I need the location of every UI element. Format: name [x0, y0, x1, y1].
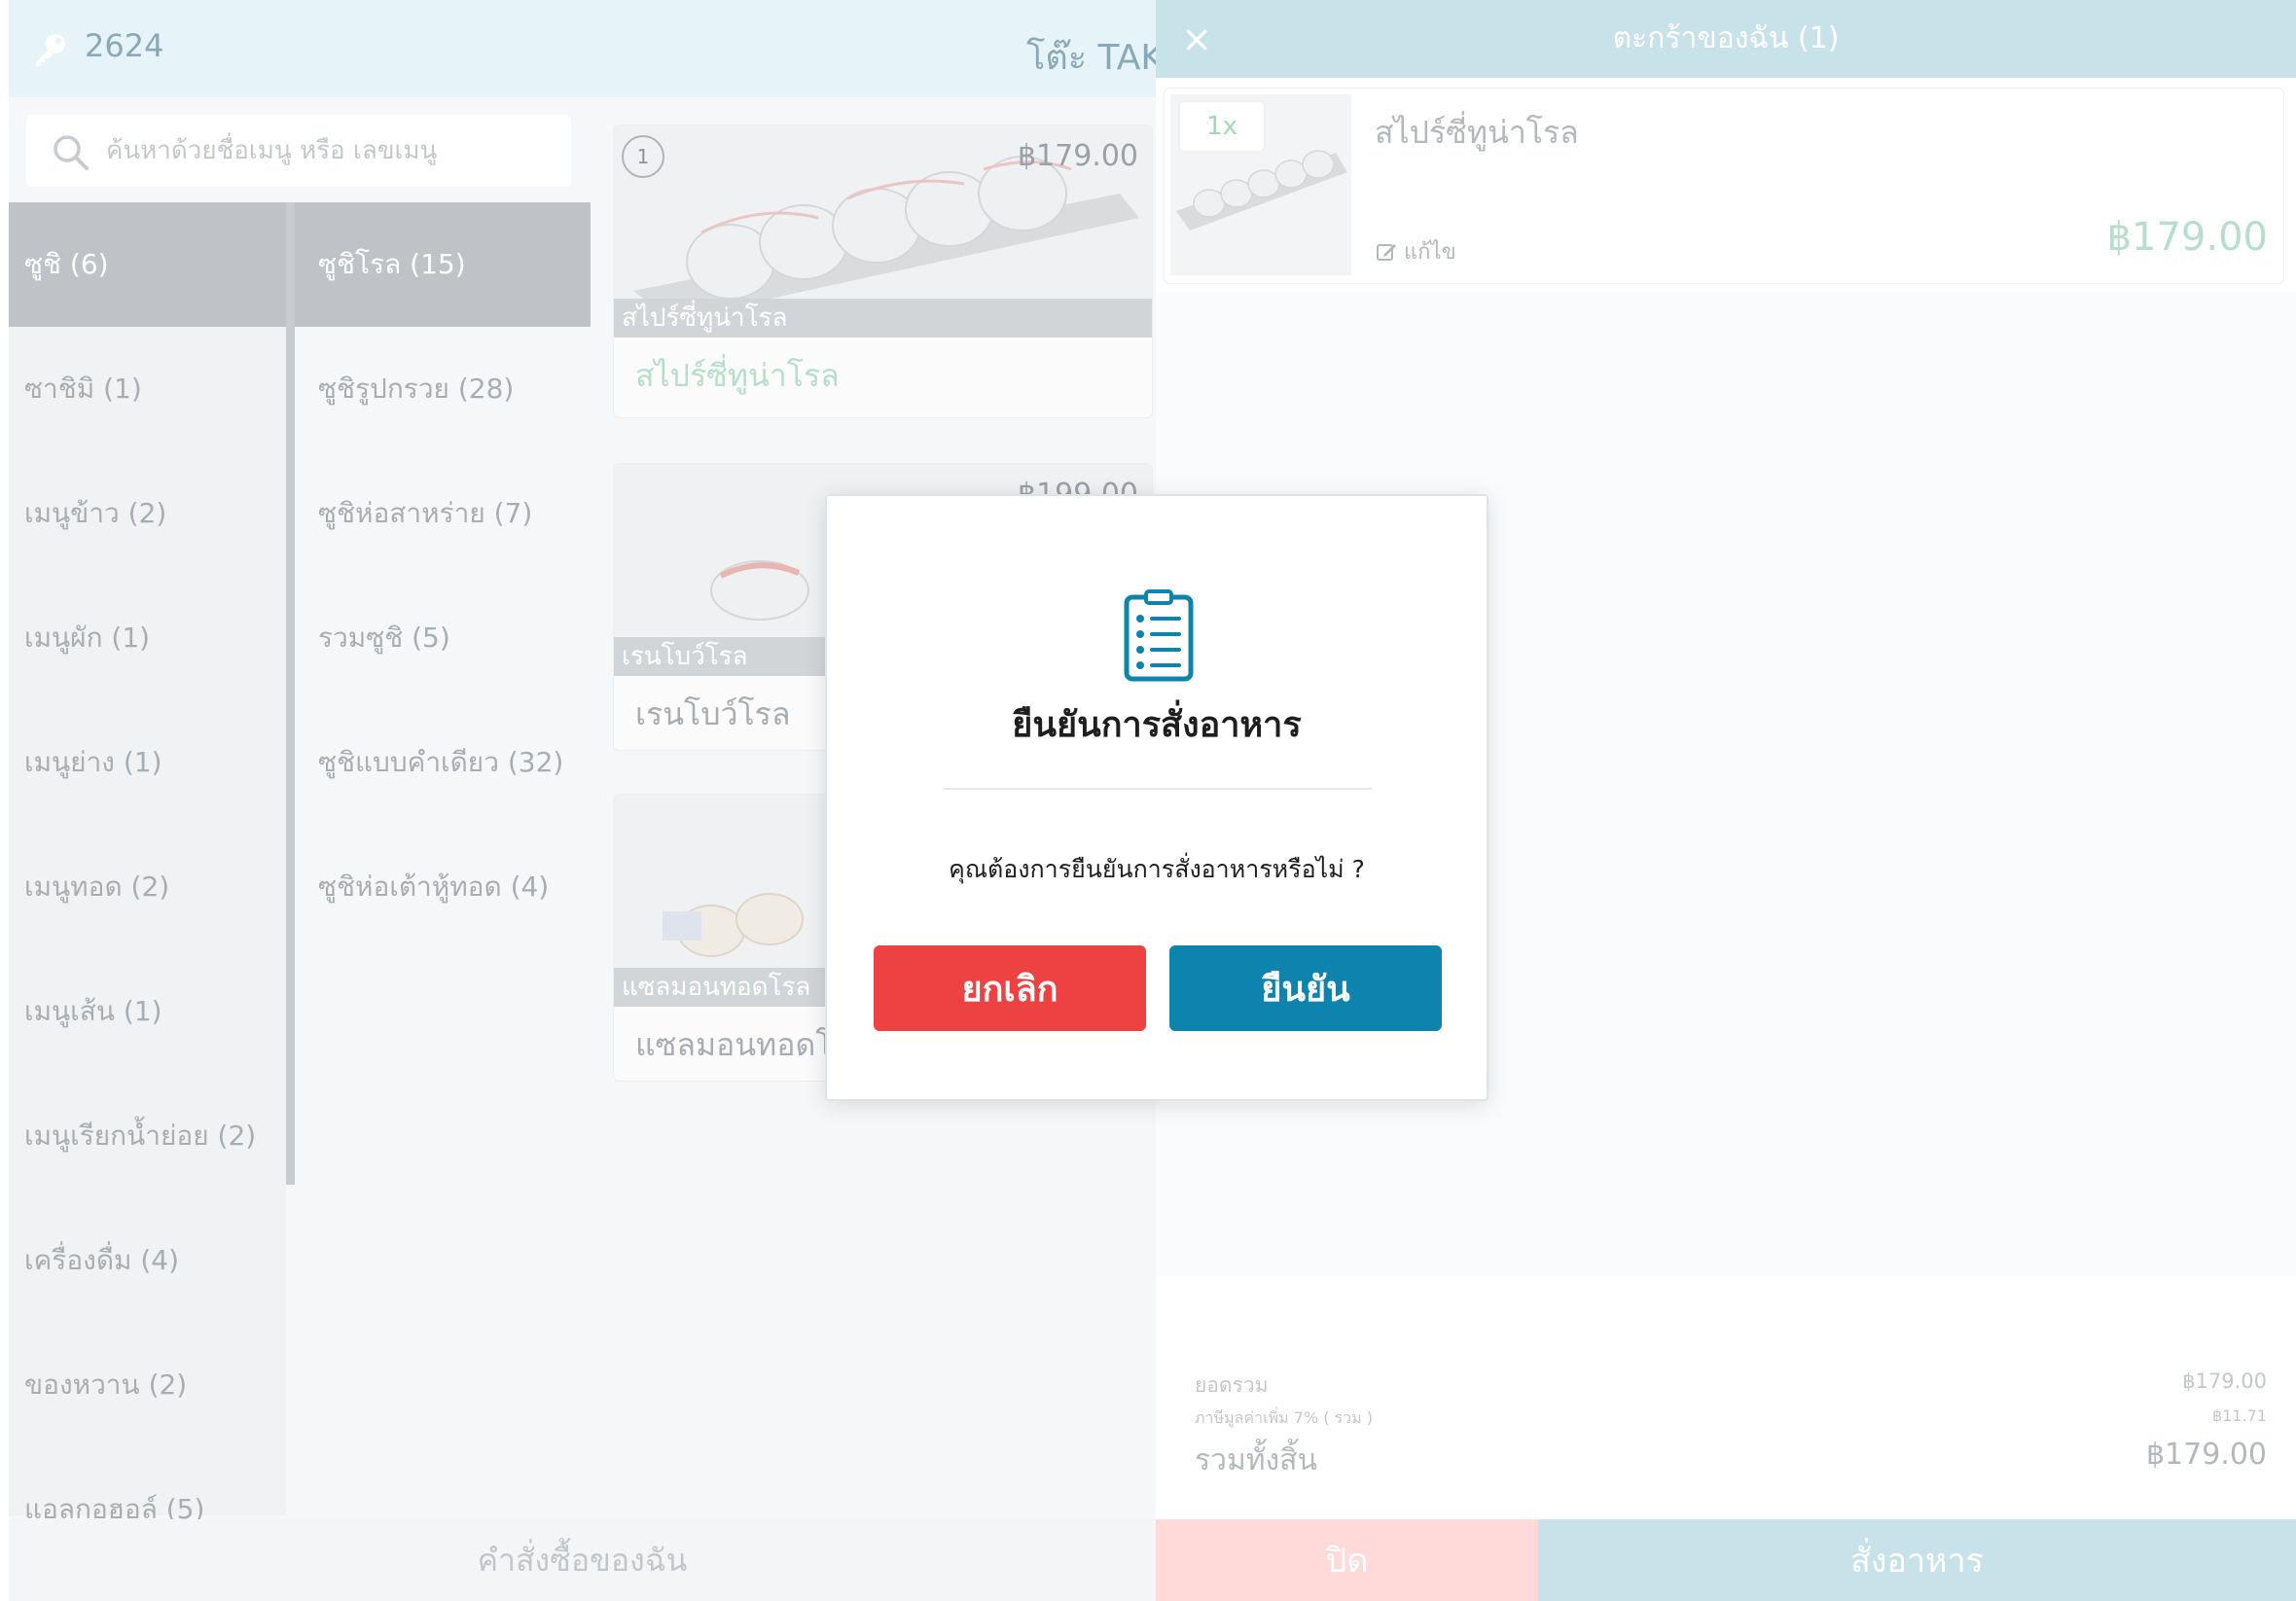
search-box[interactable] — [26, 115, 571, 187]
product-name: สไปร์ซี่ทูน่าโรล — [635, 357, 840, 394]
quantity-badge: 1 — [622, 135, 664, 178]
key-icon — [36, 34, 65, 66]
category-item[interactable]: ของหวาน (2) — [9, 1323, 286, 1447]
category-item[interactable]: เมนูข้าว (2) — [9, 451, 286, 576]
product-name: เรนโบว์โรล — [635, 695, 791, 732]
subcategory-item[interactable]: ซูชิโรล (15) — [295, 202, 591, 327]
category-item[interactable]: เครื่องดื่ม (4) — [9, 1198, 286, 1323]
top-bar: 2624 โต๊ะ TAKE — [9, 0, 1156, 97]
category-item[interactable]: เมนูผัก (1) — [9, 576, 286, 700]
product-name-strip: สไปร์ซี่ทูน่าโรล — [614, 299, 1152, 338]
cart-item: 1x สไปร์ซี่ทูน่าโรล แก้ไข ฿179.00 — [1164, 88, 2284, 284]
subtotal-label: ยอดรวม — [1195, 1373, 1269, 1397]
subcategory-item[interactable]: ซูชิห่อเต้าหู้ทอด (4) — [295, 825, 591, 949]
product-card[interactable]: 1 ฿179.00 สไปร์ซี่ทูน่าโรล สไปร์ซี่ทูน่า… — [613, 125, 1153, 418]
category-item[interactable]: เมนูทอด (2) — [9, 825, 286, 949]
dialog-divider — [944, 788, 1372, 790]
category-item[interactable]: ซูชิ (6) — [9, 202, 286, 327]
category-item[interactable]: เมนูเรียกน้ำย่อย (2) — [9, 1074, 286, 1198]
cart-item-name: สไปร์ซี่ทูน่าโรล — [1375, 114, 1579, 151]
category-item[interactable]: เมนูเส้น (1) — [9, 949, 286, 1074]
vat-value: ฿11.71 — [2212, 1406, 2267, 1425]
subtotal-value: ฿179.00 — [2182, 1370, 2267, 1393]
my-orders-button[interactable]: คำสั่งซื้อของฉัน — [9, 1519, 1156, 1601]
category-list: ซูชิ (6) ซาชิมิ (1) เมนูข้าว (2) เมนูผัก (1… — [9, 202, 286, 1525]
edit-label: แก้ไข — [1404, 240, 1456, 265]
cart-title: ตะกร้าของฉัน (1) — [1612, 21, 1840, 55]
close-icon[interactable]: × — [1175, 18, 1218, 60]
edit-item-link[interactable]: แก้ไข — [1375, 234, 1456, 268]
subcategory-item[interactable]: ซูชิรูปกรวย (28) — [295, 327, 591, 451]
confirm-button[interactable]: ยืนยัน — [1169, 945, 1442, 1031]
search-icon — [54, 135, 89, 170]
product-price: ฿179.00 — [1017, 139, 1138, 173]
clipboard-list-icon — [1124, 589, 1194, 682]
dialog-message: คุณต้องการยืนยันการสั่งอาหารหรือไม่ ? — [949, 855, 1365, 883]
total-label: รวมทั้งสิ้น — [1195, 1443, 1317, 1477]
order-summary: ยอดรวม ฿179.00 ภาษีมูลค่าเพิ่ม 7% ( รวม … — [1156, 1329, 2296, 1517]
cancel-button[interactable]: ยกเลิก — [874, 945, 1146, 1031]
close-cart-button[interactable]: ปิด — [1156, 1519, 1538, 1601]
subcategory-list: ซูชิโรล (15) ซูชิรูปกรวย (28) ซูชิห่อสาหร่… — [295, 202, 591, 1515]
confirm-order-dialog: ยืนยันการสั่งอาหาร คุณต้องการยืนยันการสั… — [825, 494, 1489, 1101]
category-scrollbar[interactable] — [286, 202, 295, 1185]
search-input[interactable] — [104, 130, 556, 171]
cart-item-quantity[interactable]: 1x — [1178, 100, 1266, 153]
order-number: 2624 — [85, 27, 164, 64]
vat-label: ภาษีมูลค่าเพิ่ม 7% ( รวม ) — [1195, 1408, 1374, 1427]
subcategory-item[interactable]: รวมซูชิ (5) — [295, 576, 591, 700]
cart-header: ตะกร้าของฉัน (1) × — [1156, 0, 2296, 78]
category-item[interactable]: เมนูย่าง (1) — [9, 700, 286, 825]
dialog-title: ยืนยันการสั่งอาหาร — [1012, 705, 1302, 745]
category-item[interactable]: ซาชิมิ (1) — [9, 327, 286, 451]
cart-item-price: ฿179.00 — [2106, 215, 2268, 260]
total-value: ฿179.00 — [2145, 1438, 2267, 1472]
subcategory-item[interactable]: ซูชิแบบคำเดียว (32) — [295, 700, 591, 825]
subcategory-item[interactable]: ซูชิห่อสาหร่าย (7) — [295, 451, 591, 576]
table-label: โต๊ะ TAKE — [1026, 38, 1156, 78]
edit-icon — [1377, 243, 1396, 261]
place-order-button[interactable]: สั่งอาหาร — [1538, 1519, 2296, 1601]
